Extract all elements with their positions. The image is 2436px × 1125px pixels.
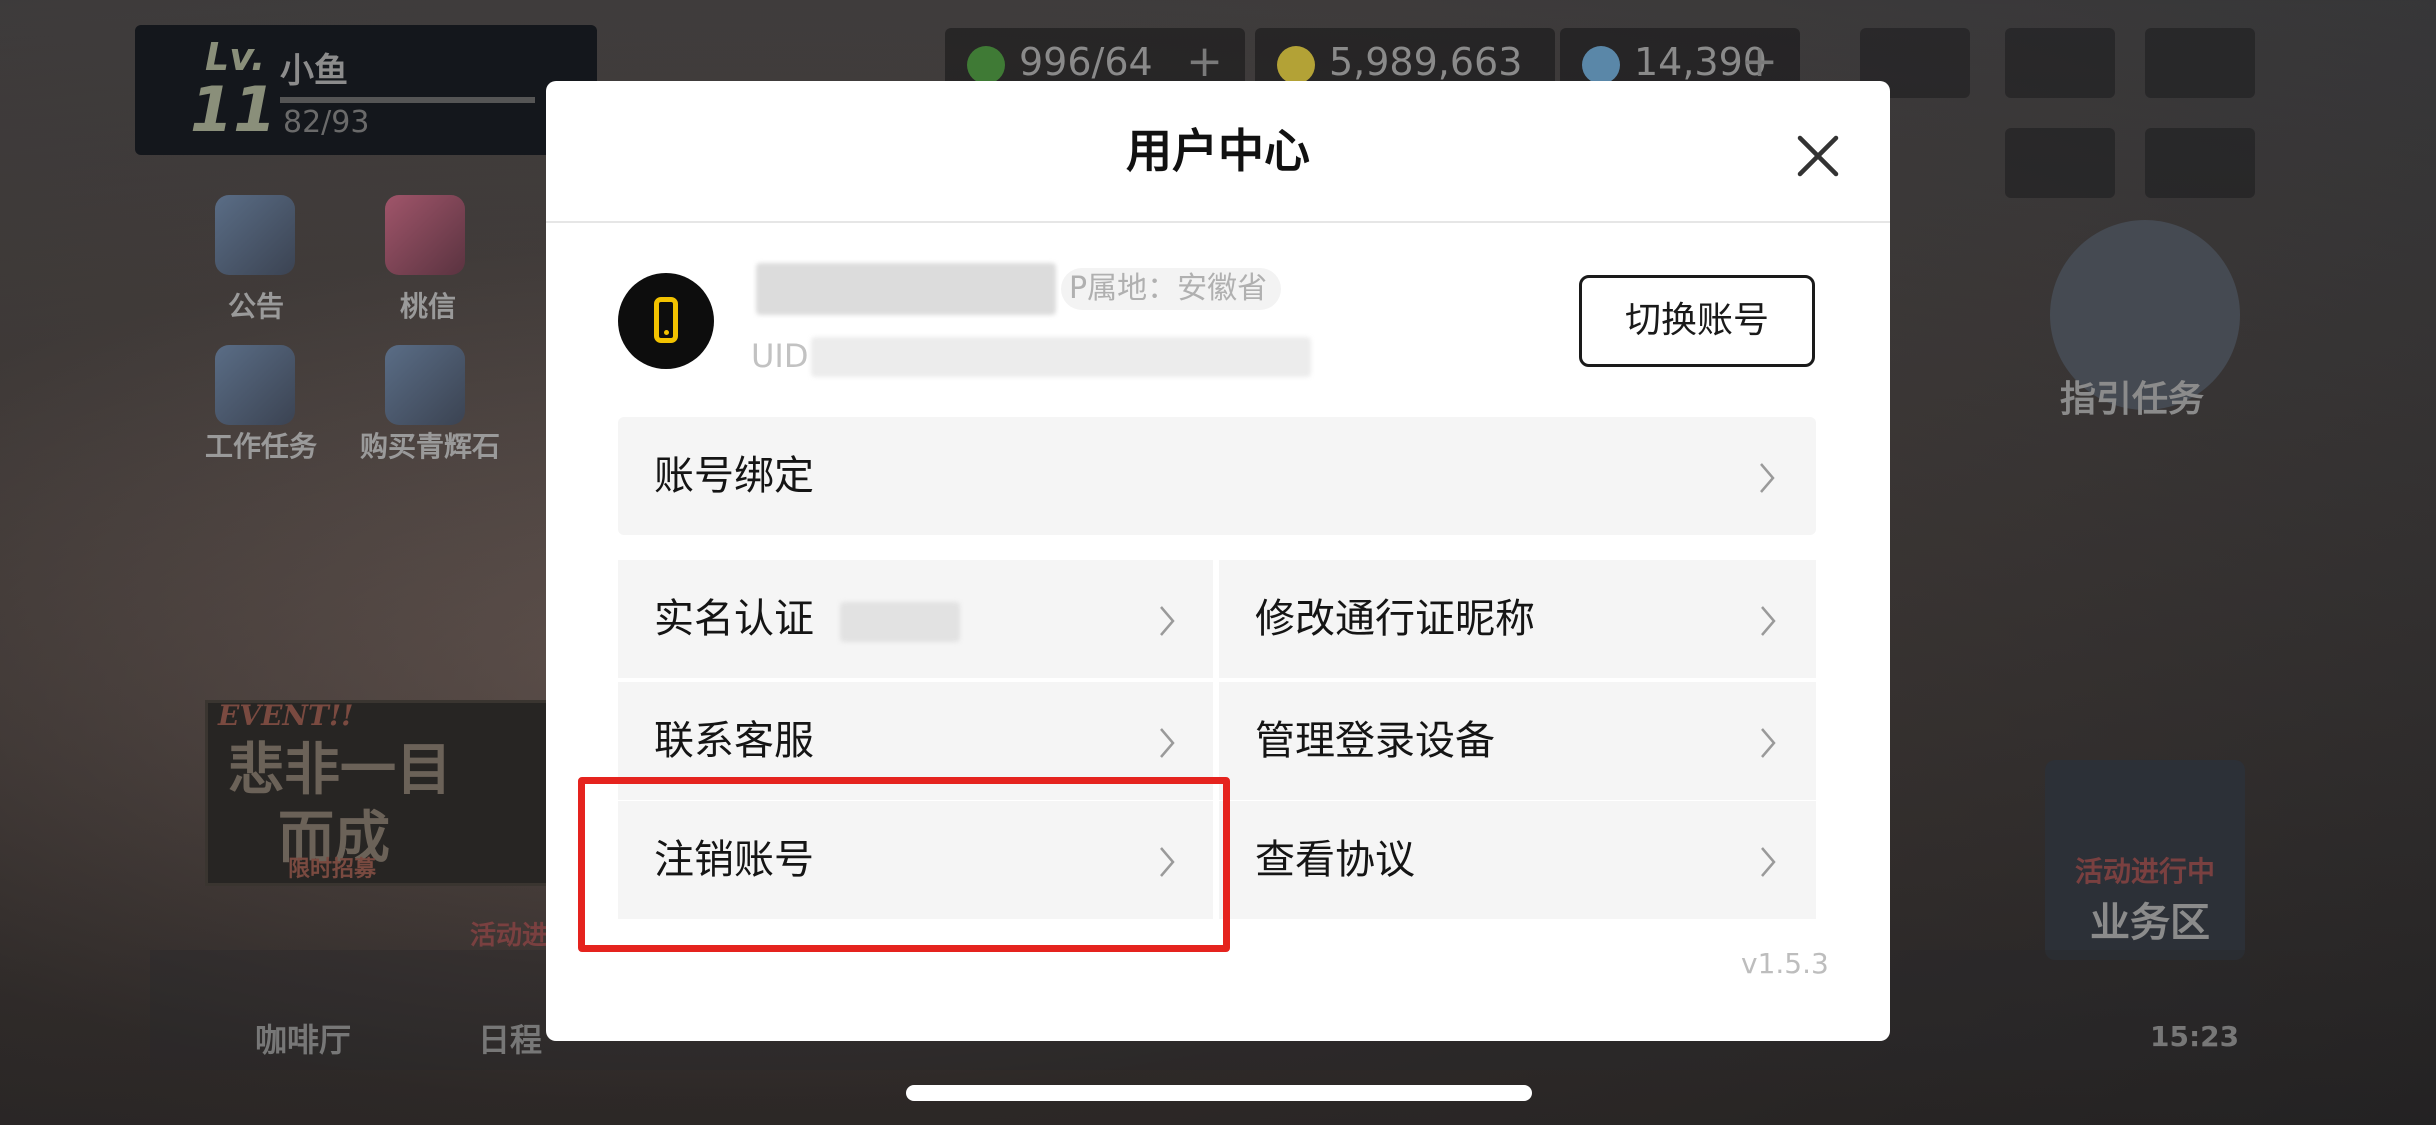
menu-label: 实名认证: [654, 596, 814, 642]
resource-value: 996/64: [1019, 40, 1153, 84]
announcement-label: 公告: [228, 290, 285, 323]
close-icon[interactable]: [1788, 126, 1848, 186]
real-name-status-redacted: [840, 602, 960, 642]
announcement-icon[interactable]: [215, 195, 295, 275]
tasks-icon[interactable]: [215, 345, 295, 425]
menu-view-agreement[interactable]: 查看协议: [1219, 801, 1816, 919]
menu-label: 查看协议: [1255, 837, 1415, 883]
event-banner[interactable]: EVENT!! 悲非一目 而成 限时招募: [205, 699, 551, 886]
app-version: v1.5.3: [1741, 947, 1829, 980]
refresh-icon[interactable]: [2005, 128, 2115, 198]
business-area-card[interactable]: 活动进行中 业务区: [2045, 760, 2245, 960]
chevron-right-icon: [1760, 463, 1775, 493]
dialog-header: 用户中心: [546, 81, 1890, 223]
chevron-right-icon: [1160, 728, 1175, 758]
menu-label: 账号绑定: [654, 453, 814, 499]
clock-time: 15:23: [2150, 1020, 2240, 1053]
ip-location: P属地：安徽省: [1061, 268, 1282, 310]
highlight-box: [578, 777, 1230, 952]
resource-value: 5,989,663: [1329, 40, 1523, 84]
player-name: 小鱼: [280, 51, 348, 91]
chevron-right-icon: [1761, 606, 1776, 636]
dialog-title: 用户中心: [1126, 124, 1310, 178]
menu-manage-devices[interactable]: 管理登录设备: [1219, 682, 1816, 800]
menu-grid-icon[interactable]: [2145, 28, 2255, 98]
shop-label: 购买青辉石: [360, 430, 501, 463]
level-number: 11: [190, 73, 277, 146]
menu-edit-nickname[interactable]: 修改通行证昵称: [1219, 560, 1816, 678]
fullscreen-icon[interactable]: [2145, 128, 2255, 198]
business-area-label: 业务区: [2090, 900, 2210, 946]
message-icon[interactable]: [385, 195, 465, 275]
home-indicator[interactable]: [906, 1085, 1532, 1101]
account-name-redacted: [756, 263, 1056, 315]
activity-badge-left: 活动进: [470, 921, 549, 951]
event-sub: 限时招募: [288, 856, 377, 882]
player-level-panel[interactable]: Lv. 11 小鱼 82/93: [135, 25, 597, 155]
menu-label: 修改通行证昵称: [1255, 596, 1535, 642]
exp-bar: [280, 97, 535, 103]
gem-icon: [1582, 45, 1620, 84]
bottom-tab-cafe[interactable]: 咖啡厅: [255, 1015, 351, 1061]
chevron-right-icon: [1761, 728, 1776, 758]
menu-real-name[interactable]: 实名认证: [618, 560, 1213, 678]
uid-redacted: [811, 337, 1311, 377]
credit-icon: [1277, 45, 1315, 84]
uid-label: UID: [751, 337, 809, 375]
phone-icon: [654, 297, 678, 343]
shop-icon[interactable]: [385, 345, 465, 425]
avatar: [618, 273, 714, 369]
activity-badge: 活动进行中: [2075, 855, 2216, 888]
mail-icon[interactable]: [2005, 28, 2115, 98]
chevron-right-icon: [1761, 847, 1776, 877]
guide-task-label: 指引任务: [2060, 379, 2205, 420]
menu-bind-account[interactable]: 账号绑定: [618, 417, 1816, 535]
tasks-label: 工作任务: [205, 430, 318, 463]
message-label: 桃信: [400, 290, 457, 323]
menu-label: 管理登录设备: [1255, 718, 1495, 764]
switch-account-button[interactable]: 切换账号: [1579, 275, 1815, 367]
chevron-right-icon: [1160, 606, 1175, 636]
ap-icon: [967, 45, 1005, 84]
bottom-tab-schedule[interactable]: 日程: [478, 1015, 542, 1061]
exp-value: 82/93: [283, 105, 370, 140]
